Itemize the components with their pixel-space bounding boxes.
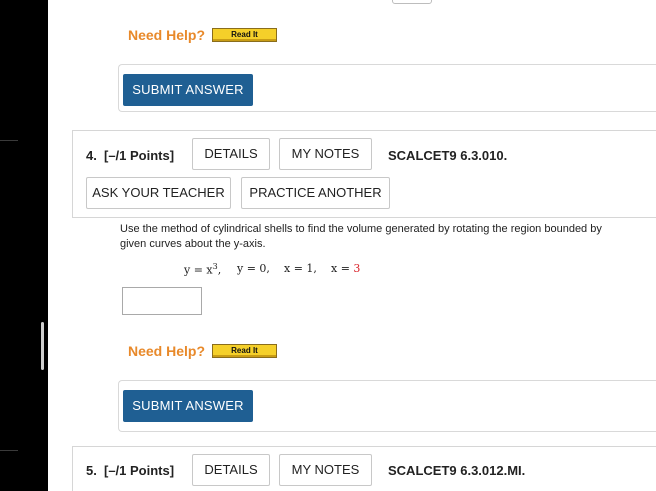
ask-your-teacher-button[interactable]: ASK YOUR TEACHER (86, 177, 231, 209)
read-it-button-q4[interactable]: Read It (212, 344, 277, 358)
question-5-details-button[interactable]: DETAILS (192, 454, 270, 486)
answer-input[interactable] (122, 287, 202, 315)
question-4-code: SCALCET9 6.3.010. (388, 148, 508, 163)
highlighted-value: 3 (353, 262, 361, 275)
question-4-text: Use the method of cylindrical shells to … (120, 222, 656, 252)
previous-answer-box[interactable] (392, 0, 432, 4)
submit-answer-button-q4[interactable]: SUBMIT ANSWER (123, 390, 253, 422)
question-4-text-line-2: given curves about the y-axis. (120, 238, 266, 250)
question-5-points: [–/1 Points] (104, 463, 175, 478)
question-4-text-line-1: Use the method of cylindrical shells to … (120, 223, 602, 235)
equation-x-1: x = 1, (284, 262, 317, 275)
question-5-code: SCALCET9 6.3.012.MI. (388, 463, 526, 478)
scroll-indicator[interactable] (41, 322, 44, 370)
question-4-points: [–/1 Points] (104, 148, 175, 163)
read-it-button[interactable]: Read It (212, 28, 277, 42)
question-5-number: 5. (86, 463, 97, 478)
gutter-line-bottom (0, 450, 18, 451)
need-help-label-q4: Need Help? (128, 343, 206, 359)
question-4-number: 4. (86, 148, 97, 163)
question-4-my-notes-button[interactable]: MY NOTES (279, 138, 372, 170)
equation-x-3: x = 3 (331, 262, 361, 275)
equation-y-x-cubed: y = x3, (184, 262, 222, 277)
gutter-line-top (0, 140, 18, 141)
equation-y-0: y = 0, (237, 262, 270, 275)
question-5-my-notes-button[interactable]: MY NOTES (279, 454, 372, 486)
submit-answer-button-previous[interactable]: SUBMIT ANSWER (123, 74, 253, 106)
need-help-label: Need Help? (128, 27, 206, 43)
practice-another-button[interactable]: PRACTICE ANOTHER (241, 177, 390, 209)
assignment-page: Need Help? Read It SUBMIT ANSWER 4. [–/1… (48, 0, 656, 491)
question-4-details-button[interactable]: DETAILS (192, 138, 270, 170)
